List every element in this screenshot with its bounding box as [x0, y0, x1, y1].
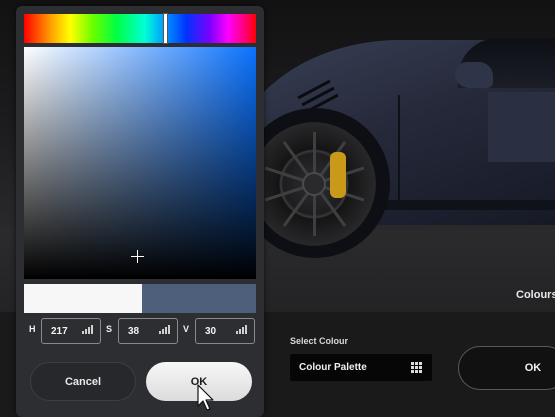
crosshair-icon[interactable]	[131, 250, 144, 263]
ok-button[interactable]: OK	[458, 346, 555, 390]
wheel-hub	[302, 172, 326, 196]
saturation-input[interactable]: 38	[118, 318, 178, 344]
car-sill	[385, 200, 555, 210]
car-door-panel	[488, 92, 555, 162]
saturation-field-label: S	[106, 324, 113, 334]
saturation-input-value: 38	[128, 325, 140, 337]
colour-palette-dropdown-label: Colour Palette	[299, 362, 367, 373]
value-input-value: 30	[205, 325, 217, 337]
colour-palette-dropdown[interactable]: Colour Palette	[290, 354, 432, 381]
car-door-line	[398, 95, 400, 205]
previous-colour-swatch	[24, 284, 142, 313]
mouse-pointer-icon	[197, 384, 214, 411]
saturation-value-area[interactable]	[24, 47, 256, 279]
signal-bars-icon	[82, 325, 93, 334]
cancel-button-label: Cancel	[64, 375, 102, 388]
car-mirror	[455, 62, 493, 88]
new-colour-swatch	[142, 284, 256, 313]
hue-input[interactable]: 217	[41, 318, 101, 344]
hue-field-label: H	[29, 324, 36, 334]
signal-bars-icon	[159, 325, 170, 334]
colours-label: Colours	[516, 289, 555, 301]
value-input[interactable]: 30	[195, 318, 255, 344]
brake-caliper	[330, 152, 346, 198]
signal-bars-icon	[236, 325, 247, 334]
ok-button-label: OK	[524, 362, 542, 374]
value-field-label: V	[183, 324, 190, 334]
cancel-button[interactable]: Cancel	[30, 362, 136, 401]
hue-input-value: 217	[51, 325, 68, 337]
select-colour-label: Select Colour	[290, 336, 349, 346]
grid-icon	[411, 362, 422, 373]
hue-slider[interactable]	[24, 14, 256, 43]
hue-slider-handle[interactable]	[164, 14, 167, 43]
